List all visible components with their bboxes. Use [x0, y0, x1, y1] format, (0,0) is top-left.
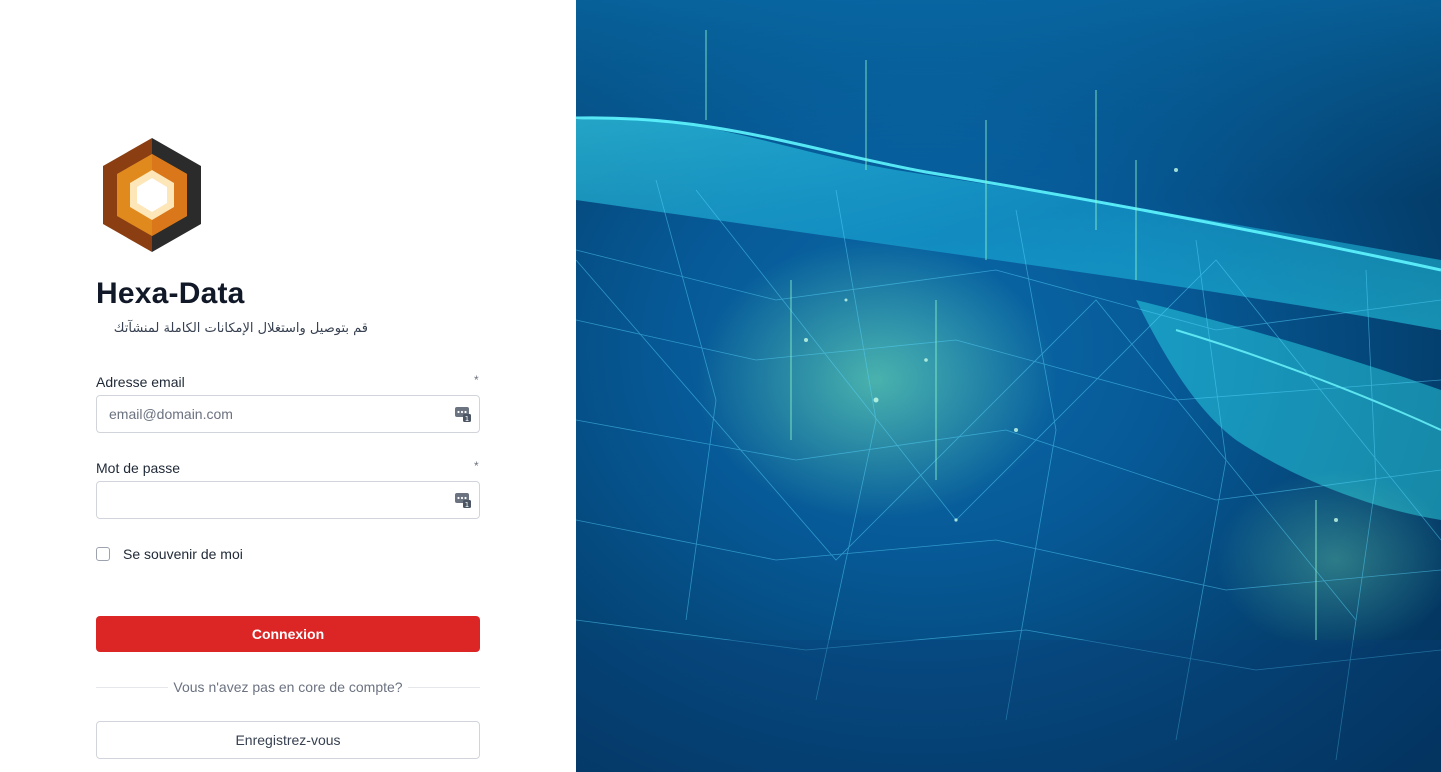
- login-button[interactable]: Connexion: [96, 616, 480, 652]
- remember-me-row[interactable]: Se souvenir de moi: [96, 545, 243, 563]
- hexagon-logo: [103, 138, 201, 252]
- email-required-mark: *: [474, 373, 479, 387]
- brand-tagline: قم بتوصيل واستغلال الإمكانات الكاملة لمن…: [113, 321, 368, 336]
- svg-text:1: 1: [465, 415, 469, 422]
- email-input[interactable]: [109, 396, 439, 432]
- network-mesh-illustration: [576, 0, 1441, 772]
- email-label: Adresse email: [96, 374, 185, 390]
- svg-text:1: 1: [465, 501, 469, 508]
- register-button[interactable]: Enregistrez-vous: [96, 721, 480, 759]
- remember-me-label[interactable]: Se souvenir de moi: [123, 546, 243, 562]
- password-field-wrapper: 1: [96, 481, 480, 519]
- divider-line-right: [408, 687, 480, 688]
- login-panel: Hexa-Data قم بتوصيل واستغلال الإمكانات ا…: [0, 0, 576, 772]
- password-manager-key-icon[interactable]: 1: [455, 406, 471, 422]
- brand-title: Hexa-Data: [96, 277, 245, 310]
- password-required-mark: *: [474, 459, 479, 473]
- password-input[interactable]: [109, 482, 439, 518]
- hero-image: [576, 0, 1441, 772]
- signup-divider: Vous n'avez pas en core de compte?: [96, 678, 480, 698]
- email-field-wrapper: 1: [96, 395, 480, 433]
- remember-me-checkbox[interactable]: [96, 547, 110, 561]
- password-label: Mot de passe: [96, 460, 181, 476]
- password-manager-key-icon[interactable]: 1: [455, 492, 471, 508]
